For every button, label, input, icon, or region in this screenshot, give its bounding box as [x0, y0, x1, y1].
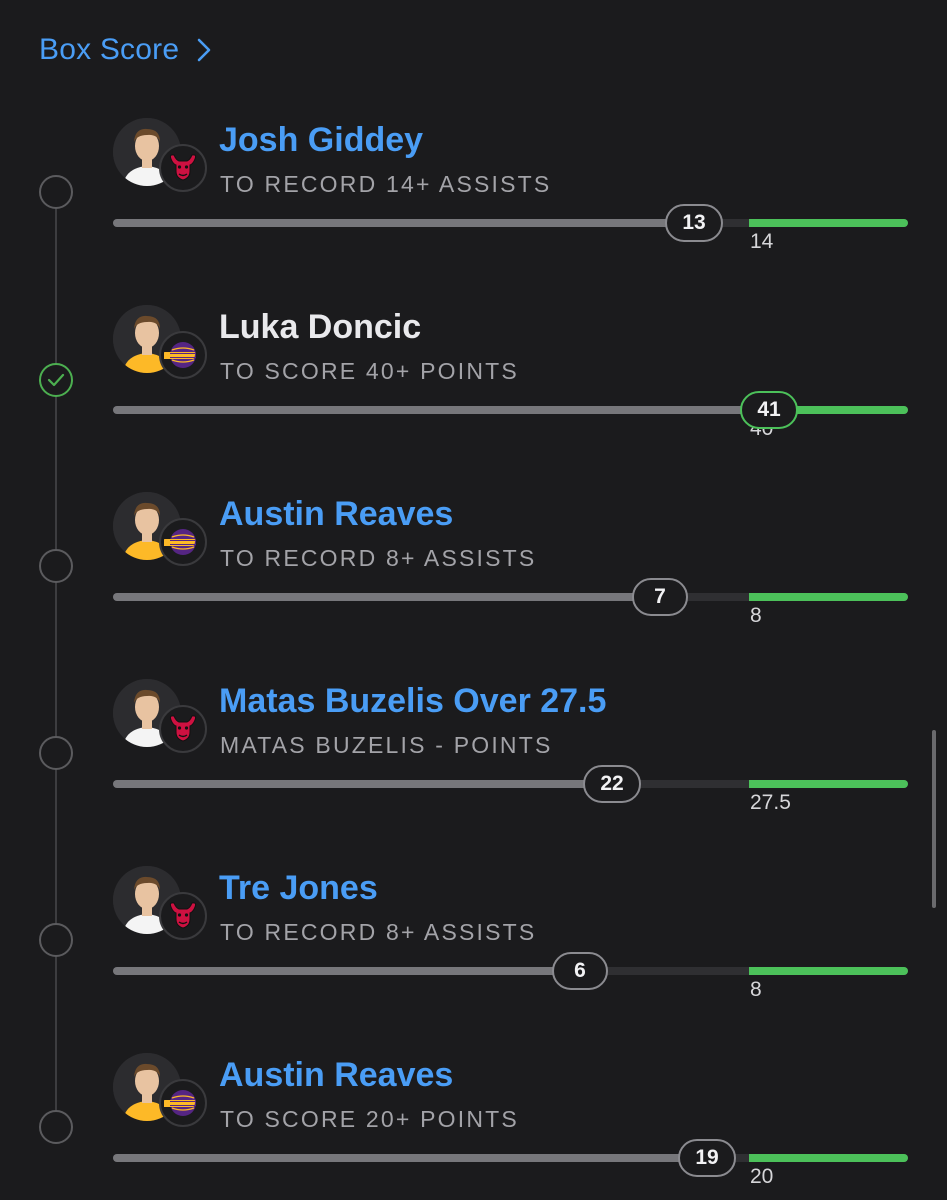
parlay-leg[interactable]: Luka DoncicTO SCORE 40+ POINTS4041: [0, 297, 947, 477]
current-value-badge: 19: [678, 1139, 736, 1177]
current-value-badge: 13: [665, 204, 723, 242]
checkmark-icon: [47, 373, 65, 387]
target-value: 8: [750, 604, 762, 627]
target-value: 14: [750, 230, 774, 253]
goal-segment: [749, 967, 908, 975]
goal-segment: [749, 219, 908, 227]
player-name[interactable]: Josh Giddey: [219, 121, 423, 160]
current-value-badge: 7: [632, 578, 688, 616]
lakers-logo-icon: [159, 518, 207, 566]
progress-fill: [113, 780, 622, 788]
progress-track: [113, 967, 908, 975]
prop-description: TO RECORD 8+ ASSISTS: [220, 545, 537, 571]
target-value: 20: [750, 1165, 774, 1188]
target-value: 8: [750, 978, 762, 1001]
parlay-leg[interactable]: Matas Buzelis Over 27.5 MATAS BUZELIS - P…: [0, 671, 947, 851]
chevron-right-icon: [197, 38, 211, 62]
timeline-node: [39, 923, 73, 957]
current-value-badge: 6: [552, 952, 608, 990]
timeline-node: [39, 549, 73, 583]
parlay-leg[interactable]: Austin Reaves TO RECORD 8+ ASSISTS 8 7: [0, 484, 947, 664]
current-value-badge: 22: [583, 765, 641, 803]
bulls-logo-icon: [159, 144, 207, 192]
prop-description: TO RECORD 14+ ASSISTS: [220, 171, 552, 197]
target-value: 27.5: [750, 791, 791, 814]
progress-fill: [113, 219, 704, 227]
bulls-logo-icon: [159, 705, 207, 753]
current-value-badge: 41: [740, 391, 798, 429]
box-score-title: Box Score: [39, 33, 180, 66]
player-name[interactable]: Tre Jones: [219, 869, 378, 908]
progress-track: [113, 1154, 908, 1162]
player-name[interactable]: Austin Reaves: [219, 495, 453, 534]
parlay-leg[interactable]: Tre Jones TO RECORD 8+ ASSISTS 8 6: [0, 858, 947, 1038]
player-name[interactable]: Austin Reaves: [219, 1056, 453, 1095]
progress-fill: [113, 967, 590, 975]
lakers-logo-icon: [159, 1079, 207, 1127]
progress-fill: [113, 593, 670, 601]
progress-fill: [113, 406, 749, 414]
progress-track: [113, 219, 908, 227]
box-score-link[interactable]: Box Score: [39, 30, 211, 70]
timeline-node-complete: [39, 363, 73, 397]
goal-segment: [749, 593, 908, 601]
prop-description: TO RECORD 8+ ASSISTS: [220, 919, 537, 945]
lakers-logo-icon: [159, 331, 207, 379]
prop-description: TO SCORE 20+ POINTS: [220, 1106, 519, 1132]
timeline-node: [39, 1110, 73, 1144]
prop-description: MATAS BUZELIS - POINTS: [220, 732, 553, 758]
progress-track: [113, 593, 908, 601]
bulls-logo-icon: [159, 892, 207, 940]
timeline-node: [39, 175, 73, 209]
parlay-leg[interactable]: Josh Giddey TO RECORD 14+ ASSISTS 14 13: [0, 110, 947, 290]
timeline-node: [39, 736, 73, 770]
progress-fill: [113, 1154, 717, 1162]
parlay-leg[interactable]: Austin Reaves TO SCORE 20+ POINTS 20 19: [0, 1045, 947, 1200]
goal-segment: [749, 1154, 908, 1162]
progress-track: [113, 780, 908, 788]
player-name[interactable]: Matas Buzelis Over 27.5: [219, 682, 606, 721]
prop-description: TO SCORE 40+ POINTS: [220, 358, 519, 384]
goal-segment: [749, 780, 908, 788]
player-name: Luka Doncic: [219, 308, 422, 346]
